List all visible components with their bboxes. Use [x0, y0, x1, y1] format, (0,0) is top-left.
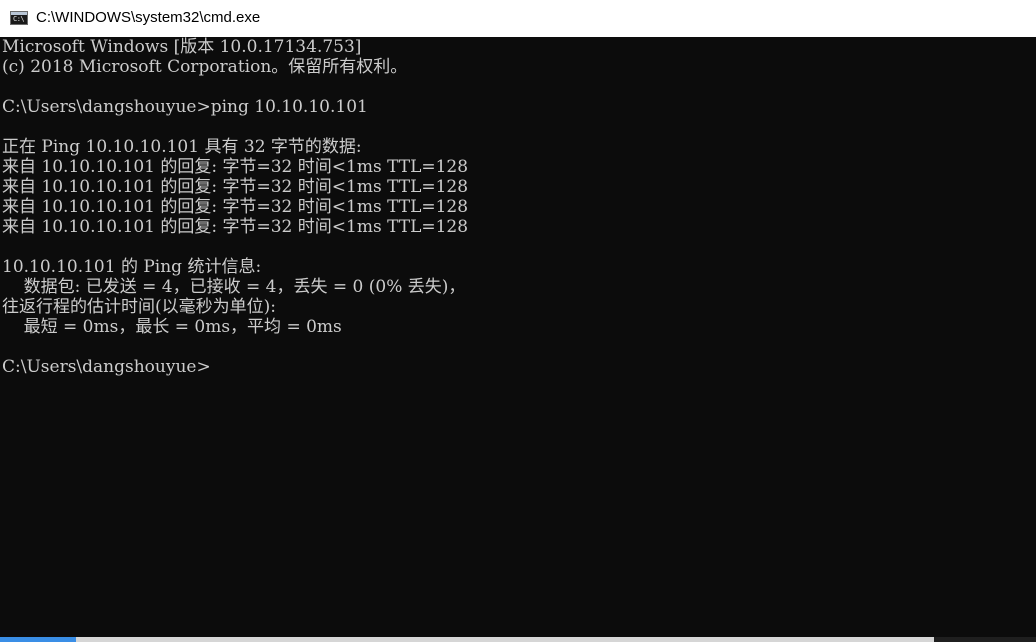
cmd-icon[interactable]: C:\: [10, 11, 28, 25]
console-line: 往返行程的估计时间(以毫秒为单位):: [2, 297, 276, 317]
console-line: 来自 10.10.10.101 的回复: 字节=32 时间<1ms TTL=12…: [2, 177, 469, 197]
console-line: Microsoft Windows [版本 10.0.17134.753]: [2, 37, 362, 57]
cmd-window: C:\ C:\WINDOWS\system32\cmd.exe Microsof…: [0, 0, 1036, 642]
console-line: 最短 = 0ms，最长 = 0ms，平均 = 0ms: [2, 317, 342, 337]
console-line: 来自 10.10.10.101 的回复: 字节=32 时间<1ms TTL=12…: [2, 217, 469, 237]
console-line: C:\Users\dangshouyue>ping 10.10.10.101: [2, 97, 368, 117]
console-line: 数据包: 已发送 = 4，已接收 = 4，丢失 = 0 (0% 丢失)，: [2, 277, 466, 297]
console-output[interactable]: Microsoft Windows [版本 10.0.17134.753] (c…: [0, 37, 1036, 637]
console-line: (c) 2018 Microsoft Corporation。保留所有权利。: [2, 57, 408, 77]
console-line: 来自 10.10.10.101 的回复: 字节=32 时间<1ms TTL=12…: [2, 157, 469, 177]
window-title: C:\WINDOWS\system32\cmd.exe: [36, 9, 261, 26]
taskbar-right-area: [934, 637, 1036, 642]
console-line: 来自 10.10.10.101 的回复: 字节=32 时间<1ms TTL=12…: [2, 197, 469, 217]
taskbar-active-item[interactable]: [0, 637, 76, 642]
console-prompt-line[interactable]: C:\Users\dangshouyue>: [2, 357, 211, 377]
console-line: 10.10.10.101 的 Ping 统计信息:: [2, 257, 262, 277]
console-line: 正在 Ping 10.10.10.101 具有 32 字节的数据:: [2, 137, 362, 157]
title-bar[interactable]: C:\ C:\WINDOWS\system32\cmd.exe: [0, 0, 1036, 37]
cmd-icon-prompt: C:\: [13, 15, 25, 23]
taskbar-strip: [0, 637, 1036, 642]
